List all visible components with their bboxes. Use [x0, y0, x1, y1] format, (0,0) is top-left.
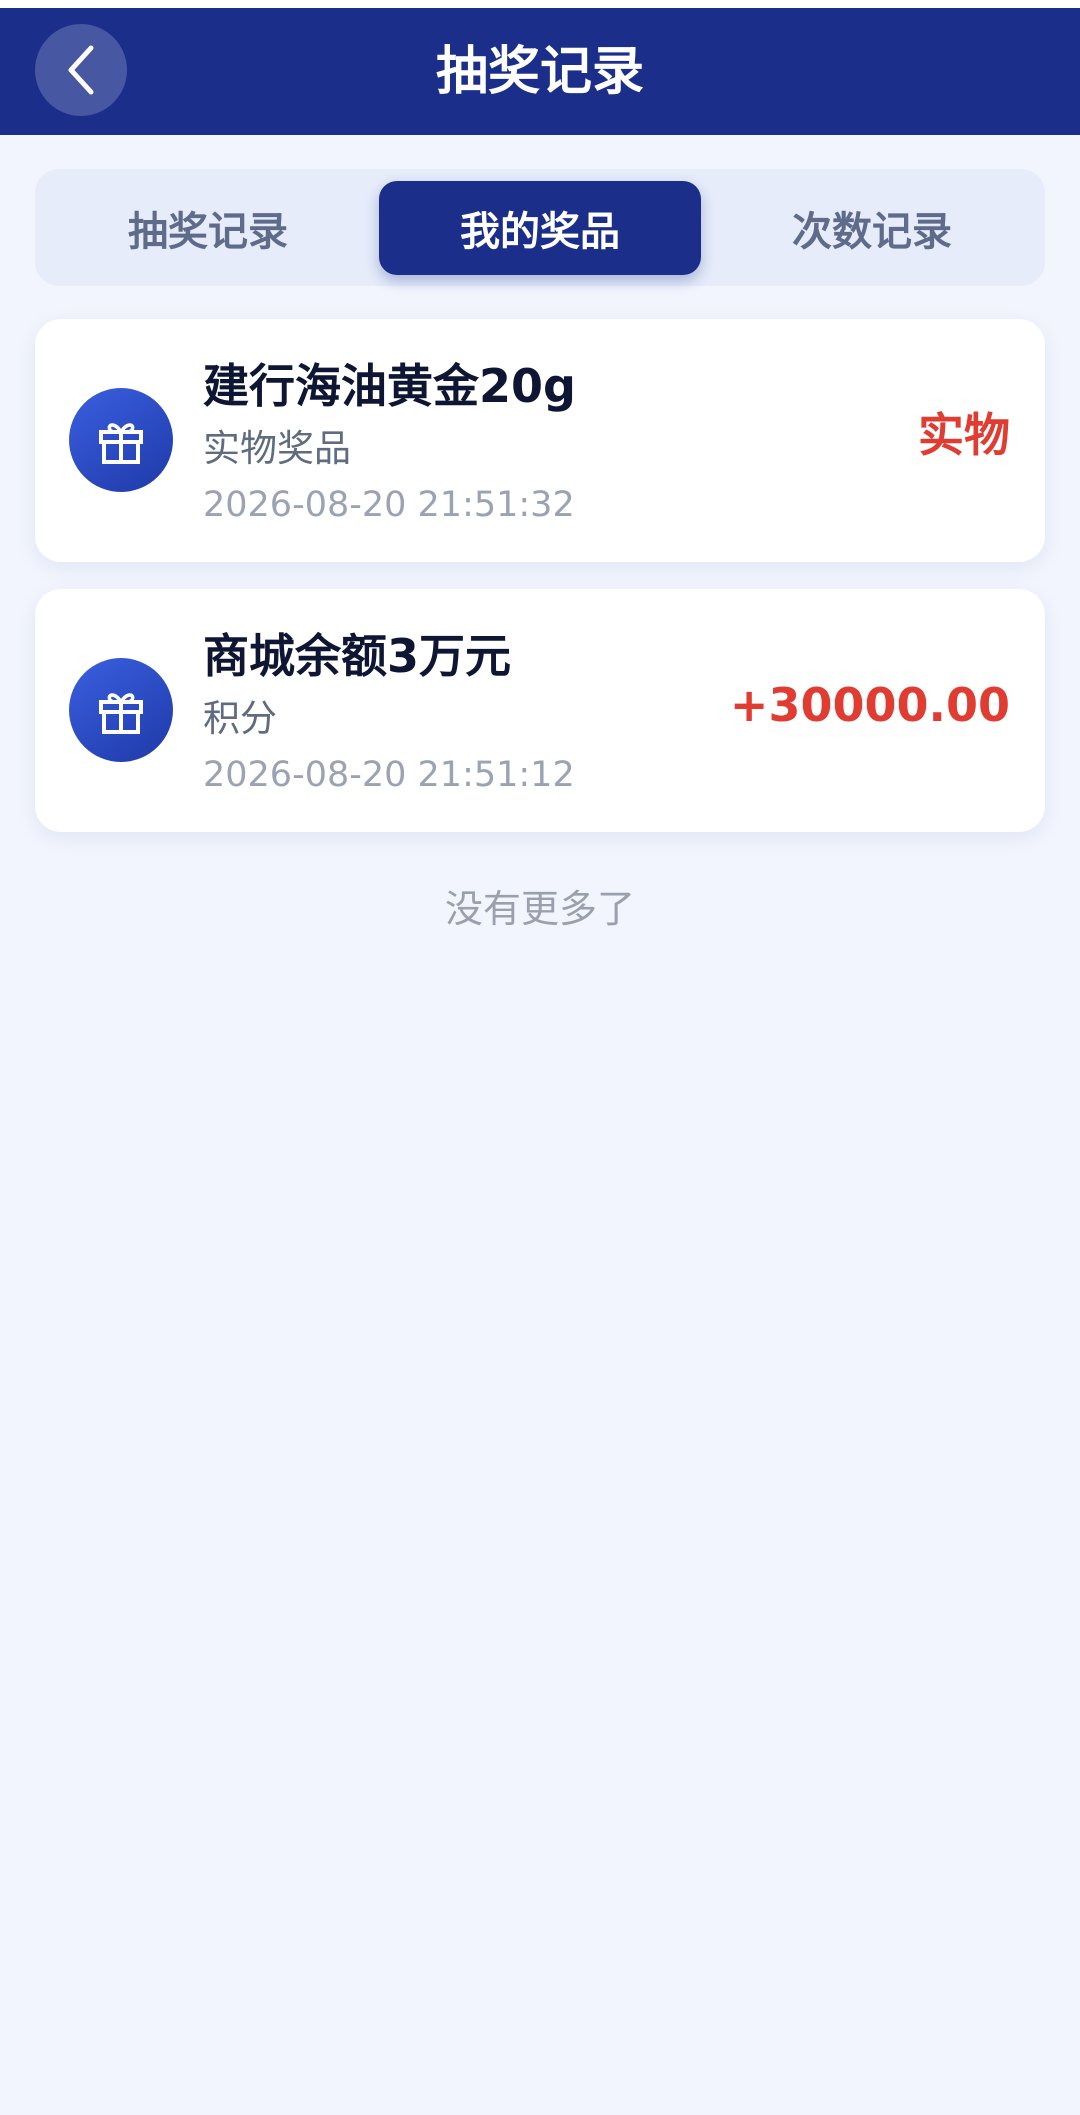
gift-icon: [69, 388, 173, 492]
prize-name: 商城余额3万元: [203, 629, 512, 683]
list-end-text: 没有更多了: [444, 887, 635, 931]
prize-type: 实物奖品: [203, 427, 351, 470]
page-title: 抽奖记录: [435, 42, 644, 102]
status-strip: [0, 0, 1080, 8]
tab-my-prizes[interactable]: 我的奖品: [379, 181, 701, 275]
tab-draw-records[interactable]: 抽奖记录: [47, 181, 369, 275]
prize-card[interactable]: 建行海油黄金20g 实物奖品 2026-08-20 21:51:32 实物: [35, 319, 1045, 562]
tab-bar: 抽奖记录 我的奖品 次数记录: [35, 169, 1045, 286]
prize-type: 积分: [203, 697, 277, 740]
top-bar: 抽奖记录: [0, 0, 1080, 135]
tab-count-records[interactable]: 次数记录: [711, 181, 1033, 275]
prize-name: 建行海油黄金20g: [203, 359, 576, 413]
prize-card[interactable]: 商城余额3万元 积分 2026-08-20 21:51:12 +30000.00: [35, 589, 1045, 832]
gift-icon: [69, 658, 173, 762]
prize-value: +30000.00: [729, 678, 1010, 732]
prize-value: 实物: [918, 408, 1010, 462]
prize-time: 2026-08-20 21:51:32: [203, 485, 575, 525]
prize-time: 2026-08-20 21:51:12: [203, 755, 575, 795]
